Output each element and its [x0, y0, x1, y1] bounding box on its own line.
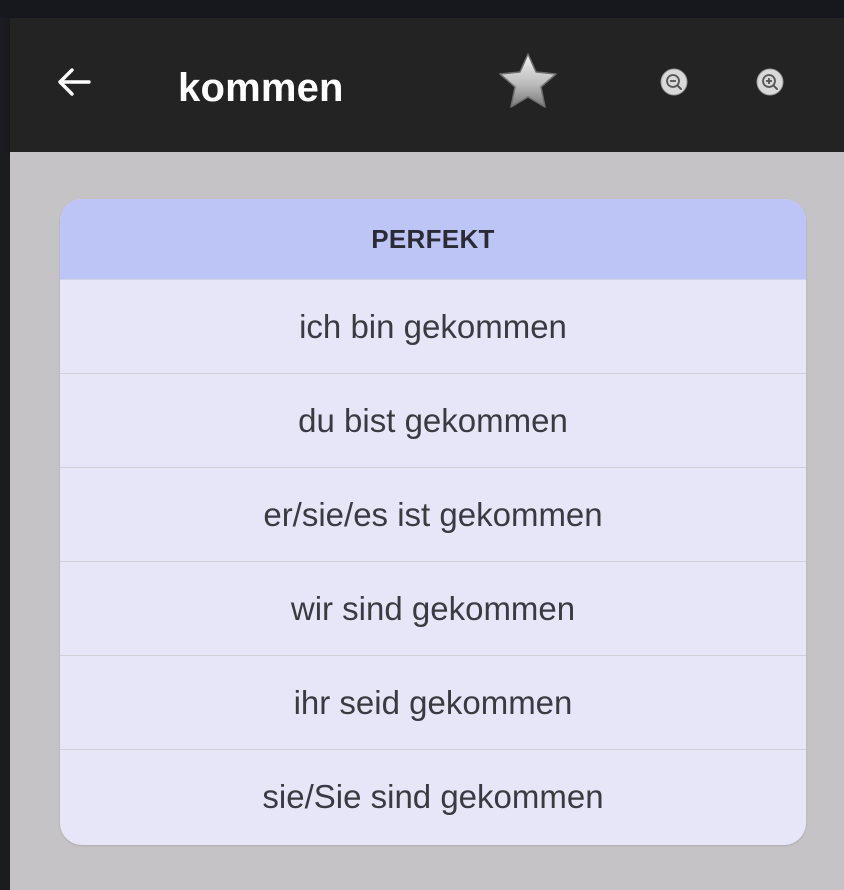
- page-title: kommen: [178, 66, 344, 110]
- zoom-out-icon: [659, 67, 689, 102]
- zoom-out-button[interactable]: [656, 66, 692, 102]
- arrow-left-icon: [56, 67, 92, 102]
- conjugation-row: er/sie/es ist gekommen: [60, 468, 806, 562]
- conjugation-row: ihr seid gekommen: [60, 656, 806, 750]
- conjugation-row: ich bin gekommen: [60, 280, 806, 374]
- star-icon: [495, 50, 561, 119]
- app-bar: kommen: [10, 18, 844, 152]
- conjugation-row: du bist gekommen: [60, 374, 806, 468]
- zoom-in-button[interactable]: [752, 66, 788, 102]
- conjugation-card: PERFEKT ich bin gekommen du bist gekomme…: [60, 199, 806, 845]
- tense-header: PERFEKT: [60, 199, 806, 280]
- zoom-in-icon: [755, 67, 785, 102]
- back-button[interactable]: [54, 64, 94, 104]
- app-window: kommen PERFEKT ich bin gekommen du bist …: [0, 0, 844, 890]
- conjugation-row: wir sind gekommen: [60, 562, 806, 656]
- content-area: PERFEKT ich bin gekommen du bist gekomme…: [10, 152, 844, 890]
- favorite-button[interactable]: [492, 48, 564, 120]
- status-strip: [0, 0, 844, 18]
- conjugation-row: sie/Sie sind gekommen: [262, 778, 604, 815]
